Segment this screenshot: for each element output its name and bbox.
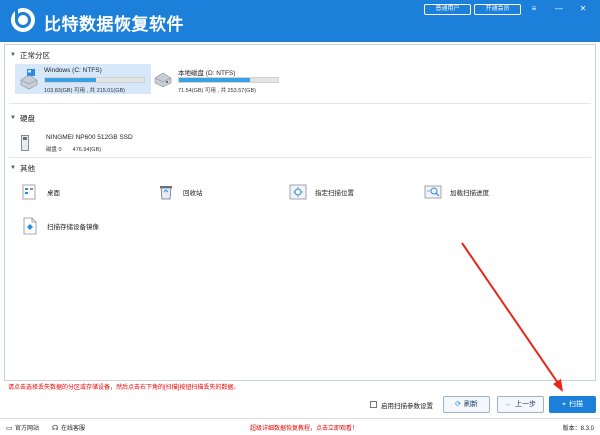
disk-name: NINGMEI NP600 512GB SSD (46, 134, 133, 141)
usage-bar (44, 77, 145, 83)
arrow-left-icon: ← (505, 401, 512, 408)
partition-size: 103.83(GB) 可用 , 共 215.01(GB) (44, 88, 126, 94)
open-member-button[interactable]: 开通会员 (474, 4, 521, 15)
app-title: 比特数据恢复软件 (44, 15, 184, 34)
other-item-label: 扫描存储设备镜像 (47, 224, 99, 231)
refresh-icon: ⟳ (455, 401, 461, 408)
desktop-icon (22, 184, 36, 200)
website-label: 官方网站 (15, 426, 40, 432)
other-item-label: 桌面 (47, 190, 60, 197)
partition-c[interactable]: Windows (C: NTFS) 103.83(GB) 可用 , 共 215.… (15, 64, 151, 94)
main-panel: ▼ 正常分区 Windows (C: NTFS) 103.83(GB) 可用 ,… (4, 44, 596, 381)
disk-size: 476.94(GB) (72, 147, 102, 153)
divider (9, 103, 591, 104)
recycle-bin-icon (160, 186, 172, 200)
website-link[interactable]: ▭ 官方网站 (6, 423, 39, 432)
disk-0[interactable]: NINGMEI NP600 512GB SSD 磁盘 0 476.94(GB) (19, 132, 159, 154)
collapse-caret-icon[interactable]: ▼ (10, 165, 16, 171)
refresh-button[interactable]: ⟳ 刷新 (443, 396, 490, 413)
other-item-label: 指定扫描位置 (315, 190, 354, 197)
close-icon[interactable]: ✕ (577, 3, 589, 15)
image-file-icon (23, 217, 37, 235)
footer-bar: ▭ 官方网站 ☊ 在线客服 超级详细数据恢复教程，点击立即观看！ 版本：8.3.0 (0, 418, 600, 435)
other-item-label: 回收站 (183, 190, 203, 197)
usage-bar (178, 77, 279, 83)
prev-step-label: 上一步 (515, 401, 536, 408)
section-title-others: 其他 (20, 164, 35, 173)
ssd-icon (21, 135, 29, 151)
monitor-icon: ▭ (6, 425, 13, 432)
support-label: 在线客服 (61, 426, 86, 432)
collapse-caret-icon[interactable]: ▼ (10, 115, 16, 121)
section-title-disks: 硬盘 (20, 114, 35, 123)
disk-info: 磁盘 0 476.94(GB) (46, 145, 101, 153)
tutorial-promo-link[interactable]: 超级详细数据恢复教程，点击立即观看！ (250, 423, 358, 432)
support-link[interactable]: ☊ 在线客服 (52, 423, 85, 432)
app-logo-icon (11, 8, 35, 32)
drive-icon (20, 69, 38, 90)
menu-icon[interactable]: ≡ (528, 3, 540, 15)
other-item-label: 加载扫描进度 (450, 190, 489, 197)
divider (9, 157, 591, 158)
scan-params-label: 启用扫描参数设置 (381, 403, 433, 410)
refresh-label: 刷新 (463, 401, 478, 408)
prev-step-button[interactable]: ← 上一步 (497, 396, 544, 413)
title-bar: 比特数据恢复软件 普通用户 开通会员 ≡ — ✕ (0, 0, 600, 42)
headset-icon: ☊ (52, 425, 59, 432)
instruction-hint: 请点击选择丢失数据的分区或存储设备，然后点击右下角的[扫描]按钮扫描丢失的数据。 (8, 385, 240, 391)
partition-name: Windows (C: NTFS) (44, 67, 102, 74)
partition-d[interactable]: 本地磁盘 (D: NTFS) 71.54(GB) 可用 , 共 253.57(G… (149, 64, 289, 94)
minimize-icon[interactable]: — (553, 3, 565, 15)
drive-icon (154, 72, 172, 88)
scan-params-checkbox[interactable] (370, 401, 377, 408)
version-label: 版本：8.3.0 (562, 426, 594, 432)
usage-bar-fill (45, 78, 97, 82)
scan-button[interactable]: ⌖ 扫描 (549, 396, 596, 413)
scan-icon: ⌖ (562, 401, 566, 408)
load-progress-icon (424, 185, 442, 199)
section-title-partitions: 正常分区 (20, 51, 50, 60)
collapse-caret-icon[interactable]: ▼ (10, 52, 16, 58)
normal-user-button[interactable]: 普通用户 (424, 4, 471, 15)
scan-label: 扫描 (568, 401, 583, 408)
partition-name: 本地磁盘 (D: NTFS) (178, 70, 236, 77)
disk-label: 磁盘 0 (46, 147, 62, 153)
usage-bar-fill (179, 78, 251, 82)
locate-icon (289, 184, 307, 200)
partition-size: 71.54(GB) 可用 , 共 253.57(GB) (178, 88, 256, 94)
